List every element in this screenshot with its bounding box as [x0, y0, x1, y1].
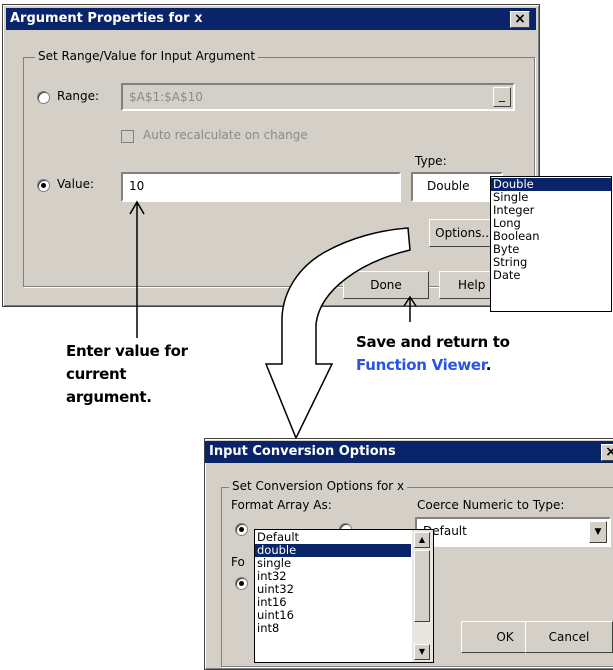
format-prefix-label: Fo: [231, 555, 245, 569]
chevron-up-icon: ▲: [418, 535, 426, 544]
chevron-down-icon: ▼: [594, 527, 602, 537]
chevron-down-icon: ▼: [418, 647, 426, 656]
conv-dialog-title: Input Conversion Options: [209, 444, 396, 459]
conv-close-button[interactable]: ×: [601, 444, 613, 461]
conv-group-label: Set Conversion Options for x: [229, 479, 408, 493]
format-radio-3[interactable]: [235, 577, 248, 590]
scroll-thumb[interactable]: [414, 550, 430, 622]
coerce-dropdown-button[interactable]: ▼: [589, 521, 607, 543]
function-viewer-link[interactable]: Function Viewer: [356, 356, 486, 374]
format-array-label: Format Array As:: [231, 498, 332, 512]
coerce-options: Default double single int32 uint32 int16 uint1…: [255, 531, 411, 635]
cancel-button[interactable]: Cancel: [525, 621, 613, 653]
radio-dot: [239, 527, 244, 532]
format-radio-1[interactable]: [235, 523, 248, 536]
conv-title-bar: Input Conversion Options: [205, 441, 613, 463]
scroll-up-button[interactable]: ▲: [414, 532, 430, 548]
coerce-dropdown-list: Default double single int32 uint32 int16 uint1…: [254, 529, 434, 663]
radio-dot: [239, 581, 244, 586]
enter-value-annotation: Enter value for current argument.: [66, 342, 188, 406]
scroll-down-button[interactable]: ▼: [414, 644, 430, 660]
coerce-option[interactable]: int8: [255, 622, 411, 635]
coerce-select[interactable]: Default: [415, 517, 611, 547]
save-return-annotation: Save and return to Function Viewer.: [356, 333, 510, 374]
coerce-label: Coerce Numeric to Type:: [417, 498, 565, 512]
close-icon: ×: [605, 444, 613, 460]
scrollbar[interactable]: ▲ ▼: [412, 530, 433, 662]
